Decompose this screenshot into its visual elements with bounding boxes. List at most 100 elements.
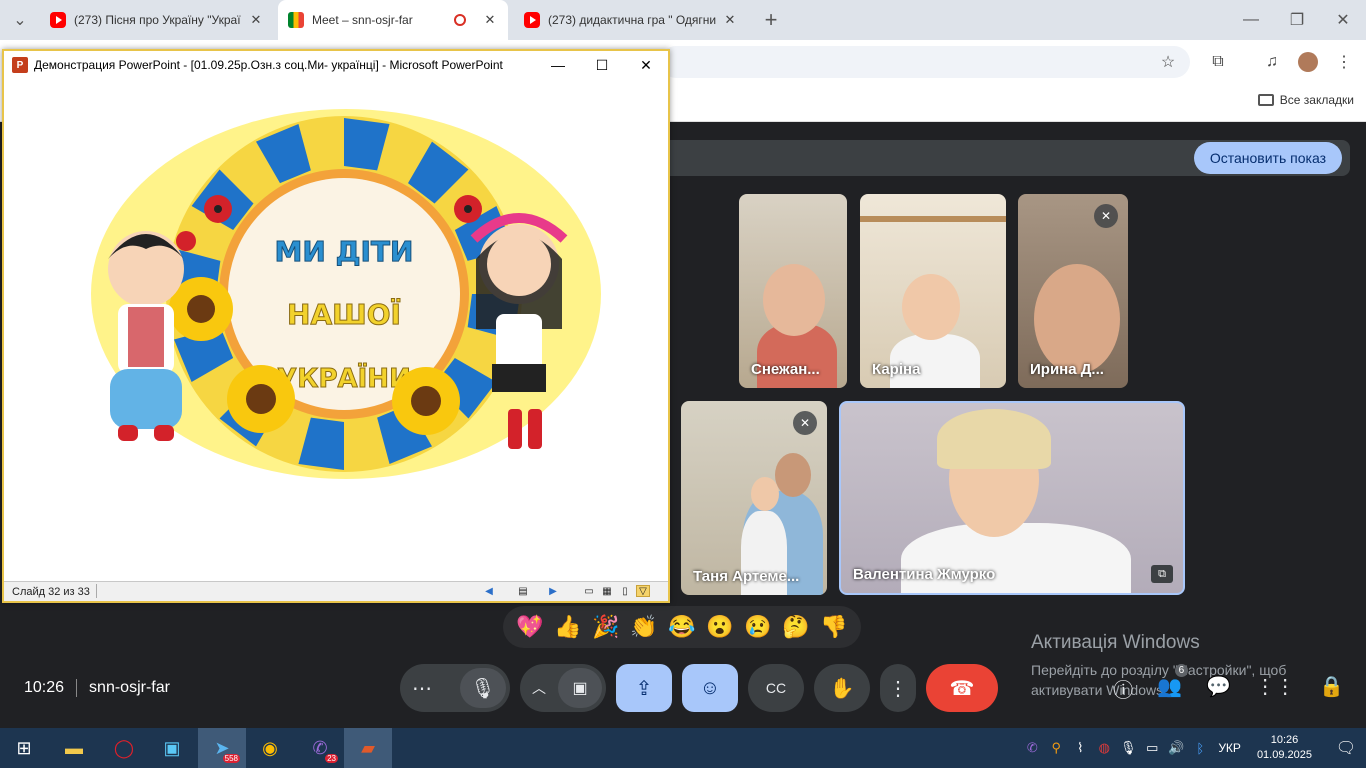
maximize-icon[interactable]: ☐ (580, 51, 624, 79)
battery-icon[interactable]: ▭ (1140, 740, 1164, 756)
window-title-bar[interactable]: P Демонстрация PowerPoint - [01.09.25р.О… (4, 51, 668, 79)
reaction-sparkling-heart[interactable]: 💖 (516, 614, 543, 640)
more-audio-options-icon[interactable]: ⋯ (412, 676, 432, 701)
host-controls-icon[interactable]: 🔒 (1319, 674, 1344, 703)
minimize-icon[interactable]: — (536, 51, 580, 79)
tab-youtube-game[interactable]: (273) дидактична гра " Одягни ✕ (514, 0, 748, 40)
reaction-party[interactable]: 🎉 (592, 614, 619, 640)
participant-tile[interactable]: Каріна (860, 194, 1006, 388)
reaction-sad[interactable]: 😢 (744, 614, 771, 640)
star-icon[interactable]: ☆ (1154, 48, 1182, 76)
system-tray: ✆ ⚲ ⌇ ◍ 🎙 ▭ 🔊 ᛒ УКР 10:26 01.09.2025 🗨 (1020, 728, 1366, 768)
microphone-icon[interactable]: 🎙 (460, 668, 506, 708)
prev-slide-icon[interactable]: ◀ (482, 585, 496, 597)
windows-start-icon[interactable]: ⊞ (0, 728, 48, 768)
minimize-icon[interactable]: — (1228, 0, 1274, 40)
profile-avatar[interactable] (1294, 48, 1322, 76)
phone-hangup-icon: ☎ (949, 677, 975, 700)
reaction-thumbs-up[interactable]: 👍 (554, 614, 581, 640)
security-icon[interactable]: ◍ (1092, 740, 1116, 756)
media-control-icon[interactable]: ♫ (1258, 48, 1286, 76)
reading-view-icon[interactable]: ▯ (618, 585, 632, 597)
video-face (775, 453, 811, 497)
viber-icon[interactable]: ✆ 23 (296, 728, 344, 768)
stop-presenting-button[interactable]: Остановить показ (1193, 142, 1342, 174)
powerpoint-taskbar-icon[interactable]: ▰ (344, 728, 392, 768)
slide-canvas[interactable]: МИ ДІТИ НАШОЇ УКРАЇНИ (6, 79, 666, 581)
leave-call-button[interactable]: ☎ (926, 664, 998, 712)
info-icon[interactable]: ⓘ (1113, 674, 1133, 703)
volume-icon[interactable]: 🔊 (1164, 740, 1188, 756)
presentation-bar: Остановить показ (668, 140, 1350, 176)
emoji-reactions-button[interactable]: ☺ (682, 664, 738, 712)
video-hair (937, 409, 1051, 469)
telegram-badge: 558 (222, 754, 240, 763)
close-icon[interactable]: ✕ (624, 51, 668, 79)
telegram-icon[interactable]: ➤ 558 (198, 728, 246, 768)
tab-meet[interactable]: Meet – snn-osjr-far ✕ (278, 0, 508, 40)
raise-hand-button[interactable]: ✋ (814, 664, 870, 712)
tab-youtube-song[interactable]: (273) Пісня про Україну "Украї ✕ (40, 0, 274, 40)
participant-tile[interactable]: ✕ Таня Артеме... (681, 401, 827, 595)
reaction-surprised[interactable]: 😮 (706, 614, 733, 640)
notifications-icon[interactable]: 🗨 (1326, 738, 1366, 758)
reaction-thinking[interactable]: 🤔 (782, 614, 809, 640)
picture-in-picture-icon[interactable]: ⧉ (1151, 565, 1173, 583)
video-face (751, 477, 779, 511)
chevron-up-icon[interactable]: ︿ (532, 678, 546, 698)
poppy (454, 195, 482, 223)
present-screen-button[interactable]: ⇪ (616, 664, 672, 712)
apps-grid-icon[interactable]: ⋮⋮ (1255, 674, 1295, 703)
emoji-icon: ☺ (699, 676, 721, 699)
clock[interactable]: 10:26 01.09.2025 (1257, 733, 1312, 763)
viber-tray-icon[interactable]: ✆ (1020, 740, 1044, 756)
tab-search-chevron-icon[interactable]: ⌄ (0, 0, 40, 40)
participant-tile-active[interactable]: ⧉ Валентина Жмурко (839, 401, 1185, 595)
network-icon[interactable]: ⌇ (1068, 740, 1092, 756)
new-tab-button[interactable]: + (748, 0, 794, 40)
side-panel-controls: ⓘ 👥 6 💬 ⋮⋮ 🔒 (1113, 664, 1344, 703)
reaction-joy[interactable]: 😂 (668, 614, 695, 640)
next-slide-icon[interactable]: ▶ (546, 585, 560, 597)
chat-icon[interactable]: 💬 (1206, 674, 1231, 703)
language-indicator[interactable]: УКР (1218, 741, 1241, 755)
normal-view-icon[interactable]: ▭ (582, 585, 596, 597)
menu-kebab-icon[interactable]: ⋮ (1330, 48, 1358, 76)
clock-date: 01.09.2025 (1256, 749, 1312, 761)
participant-tile[interactable]: Снежан... (739, 194, 847, 388)
tab-title: (273) дидактична гра " Одягни (548, 13, 716, 27)
close-window-icon[interactable]: ✕ (1320, 0, 1366, 40)
slide-line-3: УКРАЇНИ (277, 362, 411, 394)
meeting-code: snn-osjr-far (89, 679, 170, 696)
opera-icon[interactable]: ◯ (100, 728, 148, 768)
extensions-icon[interactable]: ⧉ (1204, 48, 1232, 76)
participant-tile[interactable]: ✕ Ирина Д... (1018, 194, 1128, 388)
search-tray-icon[interactable]: ⚲ (1044, 740, 1068, 756)
kebab-icon: ⋮ (888, 677, 908, 700)
mic-off-icon: ✕ (1094, 204, 1118, 228)
address-bar[interactable] (660, 46, 1190, 78)
chrome-icon[interactable]: ◉ (246, 728, 294, 768)
bluetooth-icon[interactable]: ᛒ (1188, 741, 1212, 756)
participant-name: Снежан... (751, 361, 820, 378)
camera-icon[interactable]: ▣ (558, 668, 602, 708)
all-bookmarks-button[interactable]: Все закладки (1257, 93, 1354, 107)
microphone-tray-icon[interactable]: 🎙 (1116, 740, 1140, 756)
people-icon[interactable]: 👥 6 (1157, 664, 1189, 703)
slide-sorter-icon[interactable]: ▦ (600, 585, 614, 597)
more-options-button[interactable]: ⋮ (880, 664, 916, 712)
restore-icon[interactable]: ❐ (1274, 0, 1320, 40)
captions-button[interactable]: CC (748, 664, 804, 712)
close-icon[interactable]: ✕ (722, 12, 738, 28)
media-app-icon[interactable]: ▣ (148, 728, 196, 768)
slideshow-view-icon[interactable]: ▽ (636, 585, 650, 597)
video-face (763, 264, 825, 336)
reaction-thumbs-down[interactable]: 👎 (820, 614, 847, 640)
reaction-clap[interactable]: 👏 (630, 614, 657, 640)
activation-title: Активація Windows (1031, 632, 1200, 653)
file-explorer-icon[interactable]: ▬ (50, 728, 98, 768)
close-icon[interactable]: ✕ (482, 12, 498, 28)
powerpoint-window[interactable]: P Демонстрация PowerPoint - [01.09.25р.О… (2, 49, 670, 603)
notes-icon[interactable]: ▤ (516, 585, 530, 597)
close-icon[interactable]: ✕ (248, 12, 264, 28)
